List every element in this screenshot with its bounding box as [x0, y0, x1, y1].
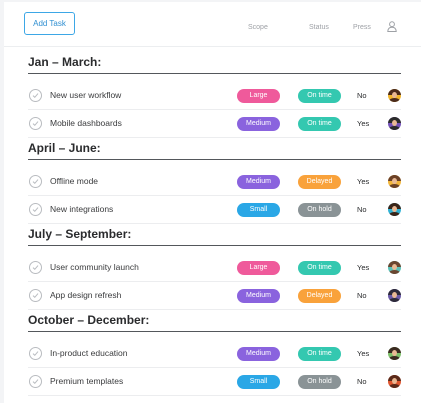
complete-checkbox-icon[interactable]: [29, 175, 42, 188]
task-name[interactable]: New user workflow: [50, 90, 121, 100]
scope-tag[interactable]: Medium: [237, 289, 280, 303]
press-value[interactable]: No: [357, 205, 367, 214]
complete-checkbox-icon[interactable]: [29, 347, 42, 360]
section-divider: [28, 73, 401, 75]
assignee-avatar[interactable]: [388, 261, 401, 274]
row-divider: [28, 223, 401, 224]
add-task-button[interactable]: Add Task: [24, 12, 75, 35]
assignee-avatar[interactable]: [388, 89, 401, 102]
section-title: July – September:: [28, 227, 132, 241]
task-row[interactable]: App design refresh Medium Delayed No: [28, 282, 401, 310]
scope-tag[interactable]: Small: [237, 203, 280, 217]
scope-tag[interactable]: Large: [237, 89, 280, 103]
assignee-avatar[interactable]: [388, 175, 401, 188]
user-icon[interactable]: [387, 21, 397, 32]
row-divider: [28, 309, 401, 310]
section: October – December: In-product education M…: [28, 313, 401, 399]
avatar-body: [389, 270, 400, 274]
assignee-avatar[interactable]: [388, 347, 401, 360]
header-divider: [4, 46, 421, 47]
status-tag[interactable]: On time: [298, 261, 341, 275]
press-value[interactable]: Yes: [357, 177, 369, 186]
task-row[interactable]: Mobile dashboards Medium On time Yes: [28, 110, 401, 138]
press-value[interactable]: No: [357, 291, 367, 300]
status-tag[interactable]: On hold: [298, 375, 341, 389]
task-row[interactable]: New integrations Small On hold No: [28, 196, 401, 224]
status-tag[interactable]: On hold: [298, 203, 341, 217]
press-value[interactable]: Yes: [357, 263, 369, 272]
section-title: Jan – March:: [28, 55, 102, 69]
complete-checkbox-icon[interactable]: [29, 89, 42, 102]
task-row[interactable]: Premium templates Small On hold No: [28, 368, 401, 396]
task-name[interactable]: Mobile dashboards: [50, 118, 122, 128]
column-header-scope[interactable]: Scope: [248, 24, 268, 31]
section-divider: [28, 331, 401, 333]
scope-tag[interactable]: Small: [237, 375, 280, 389]
task-row[interactable]: User community launch Large On time Yes: [28, 254, 401, 282]
complete-checkbox-icon[interactable]: [29, 261, 42, 274]
complete-checkbox-icon[interactable]: [29, 203, 42, 216]
task-row[interactable]: In-product education Medium On time Yes: [28, 340, 401, 368]
avatar-body: [389, 98, 400, 102]
assignee-avatar[interactable]: [388, 117, 401, 130]
task-name[interactable]: New integrations: [50, 204, 113, 214]
section-title: April – June:: [28, 141, 101, 155]
complete-checkbox-icon[interactable]: [29, 289, 42, 302]
section-divider: [28, 159, 401, 161]
section-divider: [28, 245, 401, 247]
avatar-body: [389, 184, 400, 188]
complete-checkbox-icon[interactable]: [29, 117, 42, 130]
table-header: Add Task Scope Status Press: [4, 2, 421, 42]
task-name[interactable]: Offline mode: [50, 176, 98, 186]
task-panel: Add Task Scope Status Press Jan – March:…: [4, 2, 421, 403]
avatar-body: [389, 126, 400, 130]
press-value[interactable]: No: [357, 91, 367, 100]
press-value[interactable]: Yes: [357, 349, 369, 358]
scope-tag[interactable]: Medium: [237, 117, 280, 131]
column-header-press[interactable]: Press: [353, 24, 371, 31]
assignee-avatar[interactable]: [388, 203, 401, 216]
avatar-body: [389, 384, 400, 388]
scope-tag[interactable]: Medium: [237, 347, 280, 361]
scope-tag[interactable]: Large: [237, 261, 280, 275]
assignee-avatar[interactable]: [388, 375, 401, 388]
row-divider: [28, 137, 401, 138]
task-name[interactable]: App design refresh: [50, 290, 121, 300]
task-name[interactable]: In-product education: [50, 348, 128, 358]
task-name[interactable]: User community launch: [50, 262, 139, 272]
status-tag[interactable]: Delayed: [298, 289, 341, 303]
section: Jan – March: New user workflow Large On tim…: [28, 55, 401, 141]
column-header-status[interactable]: Status: [309, 24, 329, 31]
section-title: October – December:: [28, 313, 150, 327]
row-divider: [28, 395, 401, 396]
avatar-body: [389, 298, 400, 302]
scope-tag[interactable]: Medium: [237, 175, 280, 189]
task-row[interactable]: New user workflow Large On time No: [28, 82, 401, 110]
avatar-body: [389, 356, 400, 360]
section: April – June: Offline mode Medium Delayed Ye…: [28, 141, 401, 227]
avatar-body: [389, 212, 400, 216]
task-row[interactable]: Offline mode Medium Delayed Yes: [28, 168, 401, 196]
section: July – September: User community launch La…: [28, 227, 401, 313]
status-tag[interactable]: Delayed: [298, 175, 341, 189]
press-value[interactable]: Yes: [357, 119, 369, 128]
assignee-avatar[interactable]: [388, 289, 401, 302]
status-tag[interactable]: On time: [298, 117, 341, 131]
task-name[interactable]: Premium templates: [50, 376, 123, 386]
status-tag[interactable]: On time: [298, 347, 341, 361]
status-tag[interactable]: On time: [298, 89, 341, 103]
press-value[interactable]: No: [357, 377, 367, 386]
complete-checkbox-icon[interactable]: [29, 375, 42, 388]
